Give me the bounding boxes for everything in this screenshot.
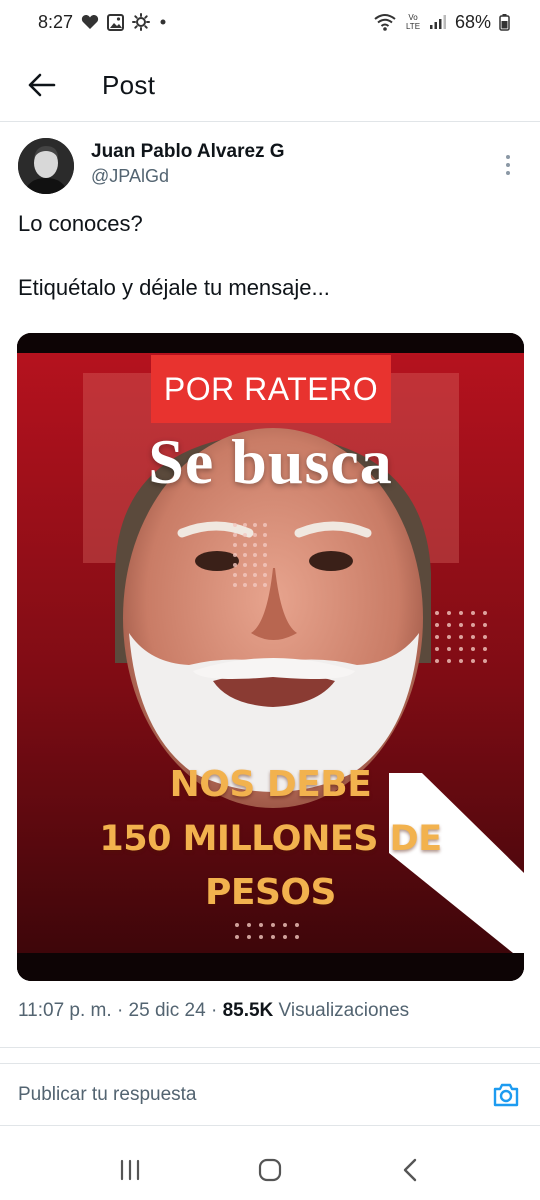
system-nav-bar: [0, 1140, 540, 1200]
status-bar: 8:27 Vo LTE 68%: [0, 0, 540, 44]
poster-tag: POR RATERO: [151, 355, 391, 423]
settings-icon: [132, 13, 151, 31]
views-label[interactable]: Visualizaciones: [279, 1000, 410, 1021]
status-right: Vo LTE 68%: [373, 12, 510, 33]
poster-debt-line-2: 150 MILLONES DE: [99, 819, 442, 859]
post-time: 11:07 p. m.: [18, 1000, 112, 1021]
meta-divider: [0, 1047, 540, 1048]
volte-lte-text: LTE: [406, 22, 420, 31]
avatar[interactable]: [18, 138, 74, 194]
author-info: Juan Pablo Alvarez G @JPAlGd: [91, 138, 285, 187]
post-meta: 11:07 p. m. · 25 dic 24 · 85.5K Visualiz…: [18, 1000, 409, 1022]
post-date: 25 dic 24: [128, 1000, 206, 1021]
battery-icon: [499, 13, 510, 31]
chevron-left-icon: [403, 1158, 417, 1182]
battery-percent: 68%: [454, 11, 491, 32]
views-count[interactable]: 85.5K: [223, 1000, 274, 1021]
page-title: Post: [102, 69, 156, 100]
post-text-line-2: Etiquétalo y déjale tu mensaje...: [18, 275, 330, 300]
camera-icon[interactable]: [492, 1081, 520, 1109]
poster-tag-text: POR RATERO: [163, 370, 379, 407]
wifi-icon: [373, 13, 397, 31]
header-divider: [0, 121, 540, 122]
heart-icon: [81, 14, 99, 30]
volte-vo-text: Vo: [408, 13, 418, 22]
meta-separator: ·: [210, 1000, 223, 1021]
home-button[interactable]: [250, 1150, 290, 1190]
recent-apps-icon: [120, 1159, 140, 1181]
poster-debt-text: NOS DEBE 150 MILLONES DE PESOS: [17, 758, 524, 920]
reply-input[interactable]: Publicar tu respuesta: [18, 1084, 197, 1106]
poster-headline: Se busca: [148, 426, 393, 497]
dot-icon: [158, 17, 168, 27]
reply-composer[interactable]: Publicar tu respuesta: [0, 1064, 540, 1126]
back-button[interactable]: [24, 67, 60, 103]
author-name[interactable]: Juan Pablo Alvarez G: [91, 141, 285, 163]
arrow-left-icon: [28, 73, 56, 97]
reply-divider-bottom: [0, 1125, 540, 1126]
back-nav-button[interactable]: [390, 1150, 430, 1190]
image-icon: [107, 13, 125, 31]
signal-icon: [429, 14, 447, 30]
status-time: 8:27: [38, 11, 74, 32]
meta-separator: ·: [116, 1000, 129, 1021]
recent-apps-button[interactable]: [110, 1150, 150, 1190]
post-text-line-1: Lo conoces?: [18, 211, 143, 236]
post-image[interactable]: POR RATERO Se busca NOS DEBE 150 MILLONE…: [17, 333, 524, 981]
volte-icon: Vo LTE: [405, 12, 421, 32]
poster-debt-line-1: NOS DEBE: [169, 764, 372, 805]
top-app-bar: Post: [0, 52, 540, 118]
more-options-icon[interactable]: [498, 150, 518, 180]
poster-debt-line-3: PESOS: [205, 872, 336, 913]
status-left: 8:27: [38, 12, 168, 33]
post-text: Lo conoces? Etiquétalo y déjale tu mensa…: [18, 206, 522, 306]
avatar-image: [18, 138, 74, 194]
post-author: Juan Pablo Alvarez G @JPAlGd: [18, 138, 522, 198]
author-handle[interactable]: @JPAlGd: [91, 166, 285, 187]
home-icon: [258, 1158, 282, 1182]
